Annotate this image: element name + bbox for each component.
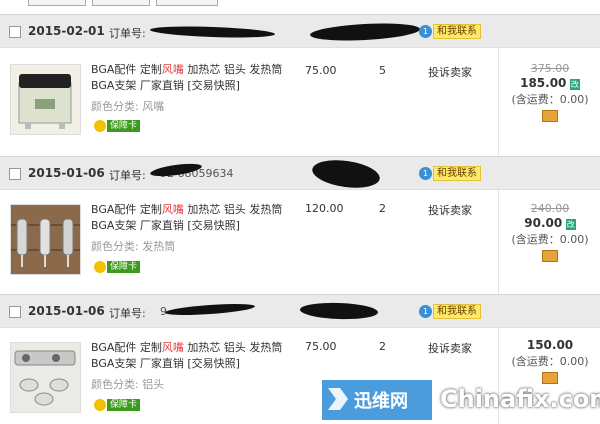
- chat-icon: 1: [419, 305, 432, 318]
- product-title[interactable]: BGA配件 定制风嘴 加热芯 铝头 发热筒 BGA支架 厂家直销 [交易快照]: [91, 340, 291, 372]
- heater-image: [11, 205, 80, 274]
- watermark-en: Chinafix.com: [440, 385, 600, 413]
- guarantee-label: 保障卡: [107, 399, 141, 411]
- column-divider: [498, 190, 499, 294]
- guarantee-card[interactable]: 保障卡: [94, 119, 141, 133]
- guarantee-card[interactable]: 保障卡: [94, 260, 141, 274]
- product-title-part: BGA配件 定制: [91, 203, 162, 216]
- product-title-line2: BGA支架 厂家直销 [交易快照]: [91, 219, 240, 232]
- redaction-scribble: [309, 21, 421, 43]
- unit-price: 75.00: [305, 340, 337, 353]
- order-header: 2015-01-06 订单号: 9 1 和我联系: [0, 294, 600, 328]
- guarantee-icon: [94, 261, 106, 273]
- product-title-part: 加热芯 铝头 发热筒: [183, 203, 283, 216]
- product-title[interactable]: BGA配件 定制风嘴 加热芯 铝头 发热筒 BGA支架 厂家直销 [交易快照]: [91, 62, 291, 94]
- guarantee-card[interactable]: 保障卡: [94, 398, 141, 412]
- product-title-line2: BGA支架 厂家直销 [交易快照]: [91, 79, 240, 92]
- complain-seller-link[interactable]: 投诉卖家: [428, 64, 472, 80]
- order-select-checkbox[interactable]: [9, 168, 21, 180]
- product-title-part: BGA配件 定制: [91, 341, 162, 354]
- order-total: 185.00: [520, 76, 567, 90]
- toolbar-button-3[interactable]: [156, 0, 218, 6]
- product-title-highlight: 风嘴: [161, 203, 184, 216]
- order-select-checkbox[interactable]: [9, 306, 21, 318]
- product-spec: 颜色分类: 铝头: [91, 378, 165, 391]
- contact-label: 和我联系: [433, 24, 481, 39]
- payment-icon[interactable]: [542, 250, 558, 262]
- order-number-label: 订单号:: [109, 27, 146, 40]
- watermark: 迅维网 Chinafix.com: [322, 380, 600, 420]
- product-image-heater[interactable]: [10, 204, 81, 275]
- contact-seller-button[interactable]: 1 和我联系: [419, 166, 481, 181]
- redaction-scribble: [149, 24, 276, 40]
- total-column: 375.00 185.00 改 (含运费：0.00): [500, 62, 600, 125]
- product-title-part: BGA配件 定制: [91, 63, 162, 76]
- product-image-aluminum-head[interactable]: [10, 342, 81, 413]
- guarantee-label: 保障卡: [107, 120, 141, 132]
- product-title-highlight: 风嘴: [161, 63, 184, 76]
- complain-seller-link[interactable]: 投诉卖家: [428, 340, 472, 356]
- price-modified-badge: 改: [565, 218, 576, 230]
- quantity: 2: [379, 340, 386, 353]
- total-column: 240.00 90.00 改 (含运费：0.00): [500, 202, 600, 265]
- chat-icon: 1: [419, 25, 432, 38]
- quantity: 2: [379, 202, 386, 215]
- unit-price: 75.00: [305, 64, 337, 77]
- chat-icon: 1: [419, 167, 432, 180]
- top-toolbar: [0, 0, 600, 10]
- guarantee-icon: [94, 399, 106, 411]
- original-total: 375.00: [530, 62, 570, 75]
- watermark-cn: 迅维网: [354, 391, 408, 412]
- order-date: 2015-01-06: [28, 166, 105, 180]
- shipping-fee: (含运费：0.00): [511, 233, 589, 246]
- nozzle-image: [11, 65, 80, 134]
- order-select-checkbox[interactable]: [9, 26, 21, 38]
- product-title-highlight: 风嘴: [161, 341, 184, 354]
- toolbar-button-2[interactable]: [92, 0, 150, 6]
- contact-label: 和我联系: [433, 304, 481, 319]
- contact-seller-button[interactable]: 1 和我联系: [419, 304, 481, 319]
- column-divider: [498, 48, 499, 156]
- order-date: 2015-01-06: [28, 304, 105, 318]
- guarantee-label: 保障卡: [107, 261, 141, 273]
- product-title[interactable]: BGA配件 定制风嘴 加热芯 铝头 发热筒 BGA支架 厂家直销 [交易快照]: [91, 202, 291, 234]
- order-date: 2015-02-01: [28, 24, 105, 38]
- toolbar-button-1[interactable]: [28, 0, 86, 6]
- product-title-part: 加热芯 铝头 发热筒: [183, 63, 283, 76]
- product-title-line2: BGA支架 厂家直销 [交易快照]: [91, 357, 240, 370]
- order-header: 2015-02-01 订单号: 1 和我联系: [0, 14, 600, 48]
- shipping-fee: (含运费：0.00): [511, 355, 589, 368]
- contact-label: 和我联系: [433, 166, 481, 181]
- product-spec: 颜色分类: 发热筒: [91, 240, 176, 253]
- redaction-scribble: [164, 301, 256, 318]
- product-title-part: 加热芯 铝头 发热筒: [183, 341, 283, 354]
- quantity: 5: [379, 64, 386, 77]
- product-image-nozzle[interactable]: [10, 64, 81, 135]
- redaction-scribble: [310, 156, 382, 192]
- complain-seller-link[interactable]: 投诉卖家: [428, 202, 472, 218]
- price-modified-badge: 改: [569, 78, 580, 90]
- arrow-logo-icon: [328, 388, 348, 410]
- shipping-fee: (含运费：0.00): [511, 93, 589, 106]
- order-total: 90.00: [524, 216, 563, 230]
- order-number-label: 订单号:: [109, 169, 146, 182]
- aluminum-head-image: [11, 343, 80, 412]
- watermark-badge: 迅维网: [322, 380, 432, 420]
- order-number-label: 订单号:: [109, 307, 146, 320]
- contact-seller-button[interactable]: 1 和我联系: [419, 24, 481, 39]
- product-spec: 颜色分类: 风嘴: [91, 100, 165, 113]
- order-item-row: BGA配件 定制风嘴 加热芯 铝头 发热筒 BGA支架 厂家直销 [交易快照] …: [0, 190, 600, 294]
- order-header: 2015-01-06 订单号: 92 68059634 1 和我联系: [0, 156, 600, 192]
- order-item-row: BGA配件 定制风嘴 加热芯 铝头 发热筒 BGA支架 厂家直销 [交易快照] …: [0, 48, 600, 156]
- order-total: 150.00: [526, 338, 574, 352]
- original-total: 240.00: [530, 202, 570, 215]
- guarantee-icon: [94, 120, 106, 132]
- redaction-scribble: [299, 301, 379, 321]
- payment-icon[interactable]: [542, 110, 558, 122]
- unit-price: 120.00: [305, 202, 344, 215]
